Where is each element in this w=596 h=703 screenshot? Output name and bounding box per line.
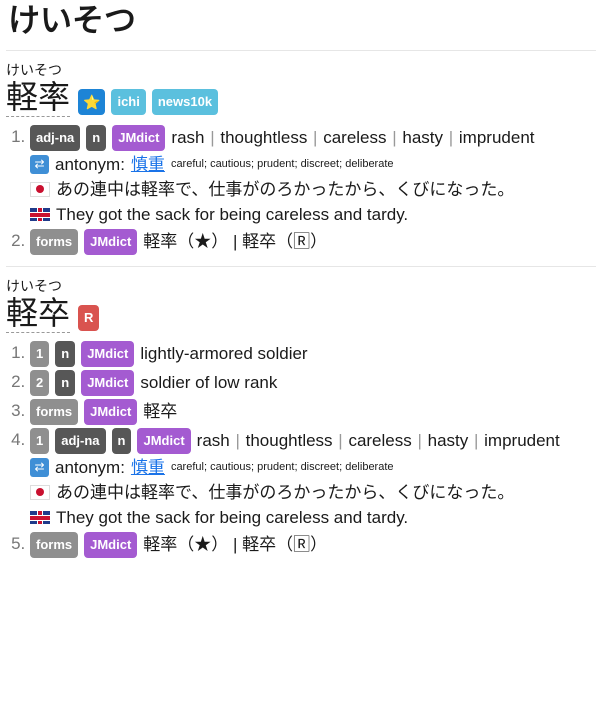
forms-tag[interactable]: forms (30, 532, 79, 558)
gloss: imprudent (484, 431, 560, 450)
pos-tag-adj-na[interactable]: adj-na (55, 428, 106, 454)
gloss-list: rash | thoughtless | careless | hasty | … (196, 431, 560, 450)
source-tag-jmdict[interactable]: JMdict (84, 399, 138, 425)
sense-number-tag[interactable]: 1 (30, 341, 50, 367)
japan-flag-icon (30, 182, 50, 197)
example-english: They got the sack for being careless and… (56, 205, 409, 224)
gloss: soldier of low rank (140, 373, 278, 392)
example-english: They got the sack for being careless and… (56, 508, 409, 527)
gloss: rash (196, 431, 230, 450)
forms-text: 軽率（★） | 軽卒（🅁） (143, 535, 328, 554)
japan-flag-icon (30, 485, 50, 500)
forms-tag[interactable]: forms (30, 399, 79, 425)
sense-item: 1 n JMdict lightly-armored soldier (30, 339, 590, 368)
example-japanese: あの連中は軽率で、仕事がのろかったから、くびになった。 (56, 180, 515, 199)
gloss: thoughtless (220, 128, 308, 147)
antonym-row: ⇄ antonym: 慎重 careful; cautious; prudent… (30, 455, 590, 480)
pos-tag-n[interactable]: n (55, 341, 76, 367)
search-term-heading: けいそつ (8, 1, 137, 39)
pos-tag-n[interactable]: n (55, 370, 76, 396)
example-japanese: あの連中は軽率で、仕事がのろかったから、くびになった。 (56, 483, 515, 502)
source-tag-jmdict[interactable]: JMdict (81, 341, 135, 367)
gloss: lightly-armored soldier (140, 344, 308, 363)
forms-text: 軽率（★） | 軽卒（🅁） (143, 232, 328, 251)
swap-arrows-icon: ⇄ (30, 458, 49, 477)
rare-form-tag[interactable]: R (78, 305, 100, 331)
antonym-row: ⇄ antonym: 慎重 careful; cautious; prudent… (30, 152, 590, 177)
antonym-link[interactable]: 慎重 (131, 455, 165, 480)
entry-head: けいそつ 軽卒 R (6, 279, 590, 333)
gloss: imprudent (458, 128, 535, 147)
reading: けいそつ (6, 279, 62, 295)
forms-text: 軽卒 (143, 402, 178, 421)
sense-item: forms JMdict 軽卒 (30, 397, 590, 426)
pos-tag-n[interactable]: n (111, 428, 132, 454)
news10k-tag[interactable]: news10k (151, 89, 219, 115)
pos-tag-n[interactable]: n (86, 125, 107, 151)
entry-keisotsu-2: けいそつ 軽卒 R 1 n JMdict lightly-armored sol… (6, 267, 590, 567)
uk-flag-icon (30, 511, 50, 524)
sense-number-tag[interactable]: 2 (30, 370, 50, 396)
source-tag-jmdict[interactable]: JMdict (84, 229, 138, 255)
entry-head: けいそつ 軽率 ⭐ ichi news10k (6, 63, 590, 117)
source-tag-jmdict[interactable]: JMdict (84, 532, 138, 558)
entry-tags: ⭐ ichi news10k (78, 89, 219, 115)
gloss-list: rash | thoughtless | careless | hasty | … (171, 128, 535, 147)
entry-keisotsu-1: けいそつ 軽率 ⭐ ichi news10k adj-na n JMdict r… (6, 51, 590, 264)
sense-list: adj-na n JMdict rash | thoughtless | car… (6, 123, 590, 256)
gloss: hasty (402, 128, 444, 147)
entry-tags: R (78, 305, 100, 331)
source-tag-jmdict[interactable]: JMdict (81, 370, 135, 396)
gloss: careless (348, 431, 412, 450)
source-tag-jmdict[interactable]: JMdict (112, 125, 166, 151)
kanji: 軽率 (6, 78, 71, 116)
sense-item: forms JMdict 軽率（★） | 軽卒（🅁） (30, 227, 590, 256)
gloss: careless (323, 128, 387, 147)
sense-item: 2 n JMdict soldier of low rank (30, 368, 590, 397)
antonym-label: antonym: (55, 458, 125, 477)
antonym-link[interactable]: 慎重 (131, 152, 165, 177)
pos-tag-adj-na[interactable]: adj-na (30, 125, 81, 151)
gloss: thoughtless (245, 431, 333, 450)
example-jp-row: あの連中は軽率で、仕事がのろかったから、くびになった。 (30, 177, 590, 202)
sense-item: forms JMdict 軽率（★） | 軽卒（🅁） (30, 530, 590, 559)
ichi-tag[interactable]: ichi (111, 89, 146, 115)
gloss: hasty (427, 431, 469, 450)
results-page: けいそつ けいそつ 軽率 ⭐ ichi news10k adj-na n JMd… (0, 0, 596, 567)
reading: けいそつ (6, 63, 62, 79)
antonym-label: antonym: (55, 155, 125, 174)
common-star-tag[interactable]: ⭐ (78, 89, 106, 115)
example-jp-row: あの連中は軽率で、仕事がのろかったから、くびになった。 (30, 480, 590, 505)
sense-item: adj-na n JMdict rash | thoughtless | car… (30, 123, 590, 227)
sense-item: 1 adj-na n JMdict rash | thoughtless | c… (30, 426, 590, 530)
headword[interactable]: けいそつ 軽卒 (6, 279, 71, 333)
antonym-gloss: careful; cautious; prudent; discreet; de… (170, 158, 394, 170)
headword[interactable]: けいそつ 軽率 (6, 63, 71, 117)
swap-arrows-icon: ⇄ (30, 155, 49, 174)
antonym-gloss: careful; cautious; prudent; discreet; de… (170, 461, 394, 473)
kanji: 軽卒 (6, 294, 71, 332)
example-en-row: They got the sack for being careless and… (30, 202, 590, 227)
gloss: rash (171, 128, 205, 147)
source-tag-jmdict[interactable]: JMdict (137, 428, 191, 454)
uk-flag-icon (30, 208, 50, 221)
sense-number-tag[interactable]: 1 (30, 428, 50, 454)
forms-tag[interactable]: forms (30, 229, 79, 255)
sense-list: 1 n JMdict lightly-armored soldier 2 n J… (6, 339, 590, 559)
example-en-row: They got the sack for being careless and… (30, 505, 590, 530)
